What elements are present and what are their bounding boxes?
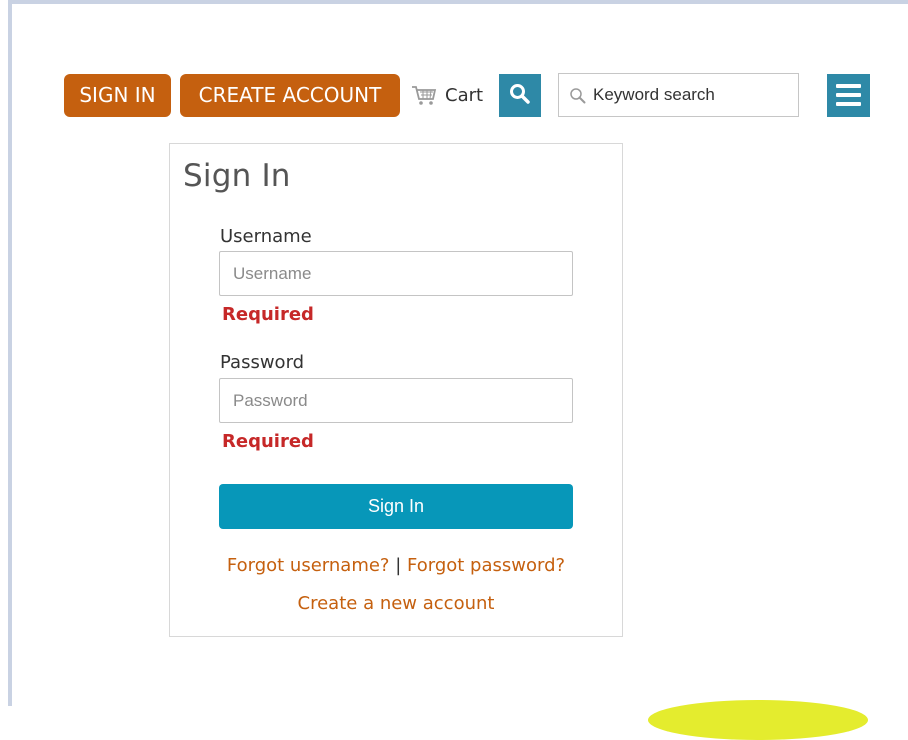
forgot-password-link[interactable]: Forgot password? <box>407 555 565 576</box>
cart-label: Cart <box>445 84 484 106</box>
search-icon <box>570 87 586 103</box>
menu-button[interactable] <box>827 74 870 117</box>
password-input[interactable] <box>219 378 573 423</box>
create-new-account-link[interactable]: Create a new account <box>169 593 623 614</box>
username-input[interactable] <box>219 251 573 296</box>
window-border-top <box>8 0 908 4</box>
search-button[interactable] <box>499 74 541 117</box>
create-account-button[interactable]: CREATE ACCOUNT <box>180 74 400 117</box>
username-error: Required <box>222 304 314 325</box>
window-border-left <box>8 0 12 706</box>
password-error: Required <box>222 431 314 452</box>
sign-in-button[interactable]: SIGN IN <box>64 74 171 117</box>
page-title: Sign In <box>183 158 291 194</box>
keyword-search-input[interactable] <box>593 85 783 105</box>
shopping-cart-icon <box>411 84 437 106</box>
link-separator: | <box>395 555 402 576</box>
keyword-search-field[interactable] <box>558 73 799 117</box>
forgot-links: Forgot username? | Forgot password? <box>169 555 623 576</box>
sign-in-submit-button[interactable]: Sign In <box>219 484 573 529</box>
cart-link[interactable]: Cart <box>411 78 483 112</box>
forgot-username-link[interactable]: Forgot username? <box>227 555 390 576</box>
username-label: Username <box>220 226 312 247</box>
password-label: Password <box>220 352 305 373</box>
magnifier-icon <box>510 84 530 104</box>
decorative-shape <box>648 700 868 740</box>
